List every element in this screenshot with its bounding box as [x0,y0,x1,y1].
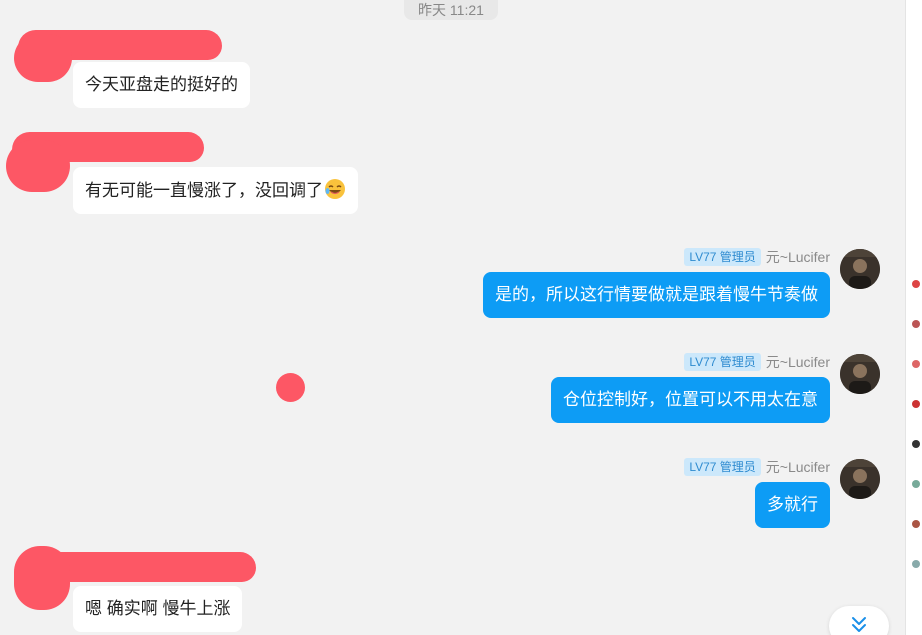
timestamp-divider: 昨天 11:21 [404,0,498,20]
scroll-to-bottom-button[interactable] [829,606,889,635]
chat-area: 昨天 11:21 今天亚盘走的挺好的 有无可能一直慢涨了，没回调了 LV77 管… [0,0,905,635]
side-panel-mark [912,400,920,408]
message-text: 今天亚盘走的挺好的 [85,75,238,94]
side-panel-mark [912,480,920,488]
message-meta: LV77 管理员 元~Lucifer [684,352,830,372]
message-text: 有无可能一直慢涨了，没回调了 [85,181,323,200]
side-panel-mark [912,560,920,568]
side-panel-mark [912,280,920,288]
side-panel-mark [912,440,920,448]
role-badge: LV77 管理员 [684,458,761,476]
message-text: 仓位控制好，位置可以不用太在意 [563,390,818,409]
side-panel-mark [912,320,920,328]
redaction-dot [276,373,305,402]
double-chevron-down-icon [852,617,866,632]
sender-name[interactable]: 元~Lucifer [766,247,830,267]
redacted-avatar [6,140,70,192]
user-avatar[interactable] [840,354,880,394]
redacted-avatar [14,34,72,82]
message-bubble-outgoing[interactable]: 多就行 [755,482,830,528]
redacted-avatar [14,546,70,610]
sender-name[interactable]: 元~Lucifer [766,457,830,477]
message-bubble-incoming[interactable]: 嗯 确实啊 慢牛上涨 [73,586,243,632]
role-badge: LV77 管理员 [684,248,761,266]
side-panel-mark [912,360,920,368]
side-panel-edge [905,0,922,635]
message-text: 多就行 [767,495,818,514]
message-bubble-incoming[interactable]: 有无可能一直慢涨了，没回调了 [73,167,358,214]
message-text: 是的，所以这行情要做就是跟着慢牛节奏做 [495,285,818,304]
side-panel-mark [912,520,920,528]
sender-name[interactable]: 元~Lucifer [766,352,830,372]
user-avatar[interactable] [840,249,880,289]
message-meta: LV77 管理员 元~Lucifer [684,247,830,267]
message-text: 嗯 确实啊 慢牛上涨 [85,599,231,618]
message-meta: LV77 管理员 元~Lucifer [684,457,830,477]
user-avatar[interactable] [840,459,880,499]
message-bubble-incoming[interactable]: 今天亚盘走的挺好的 [73,62,250,108]
message-bubble-outgoing[interactable]: 仓位控制好，位置可以不用太在意 [551,377,830,423]
laughing-emoji-icon [324,178,346,200]
role-badge: LV77 管理员 [684,353,761,371]
message-bubble-outgoing[interactable]: 是的，所以这行情要做就是跟着慢牛节奏做 [483,272,830,318]
